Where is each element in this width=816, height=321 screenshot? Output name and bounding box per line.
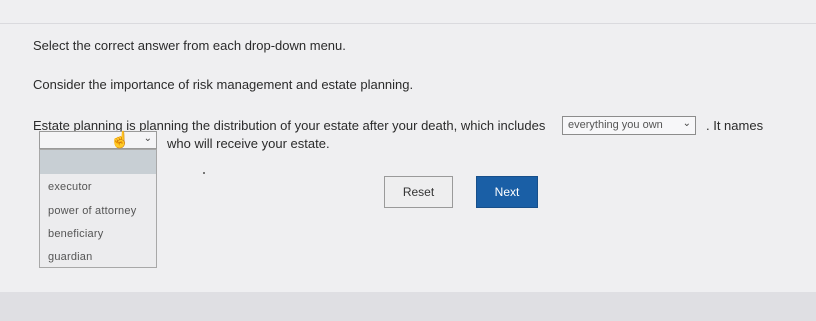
chevron-down-icon: ⌄ [682,118,691,129]
option-executor[interactable]: executor [48,181,92,193]
next-button[interactable]: Next [476,176,538,208]
sentence-part2: . It names [706,118,764,133]
dropdown-highlight[interactable] [40,150,156,174]
select-1[interactable]: everything you own ⌄ [562,116,696,135]
prompt-text: Consider the importance of risk manageme… [33,77,414,92]
dropdown-menu: executor power of attorney beneficiary g… [39,149,157,268]
top-divider [0,23,816,24]
option-guardian[interactable]: guardian [48,251,92,263]
instruction-text: Select the correct answer from each drop… [33,38,346,53]
option-beneficiary[interactable]: beneficiary [48,228,103,240]
chevron-down-icon: ⌄ [143,133,152,144]
bottom-band [0,292,816,321]
sentence-part3: who will receive your estate. [167,136,330,151]
decorative-dot [203,172,205,174]
select-2[interactable]: ☝ ⌄ [39,131,157,149]
option-power-of-attorney[interactable]: power of attorney [48,205,136,217]
select-1-value: everything you own [568,119,663,131]
hand-cursor-icon: ☝ [110,132,130,149]
reset-button[interactable]: Reset [384,176,453,208]
